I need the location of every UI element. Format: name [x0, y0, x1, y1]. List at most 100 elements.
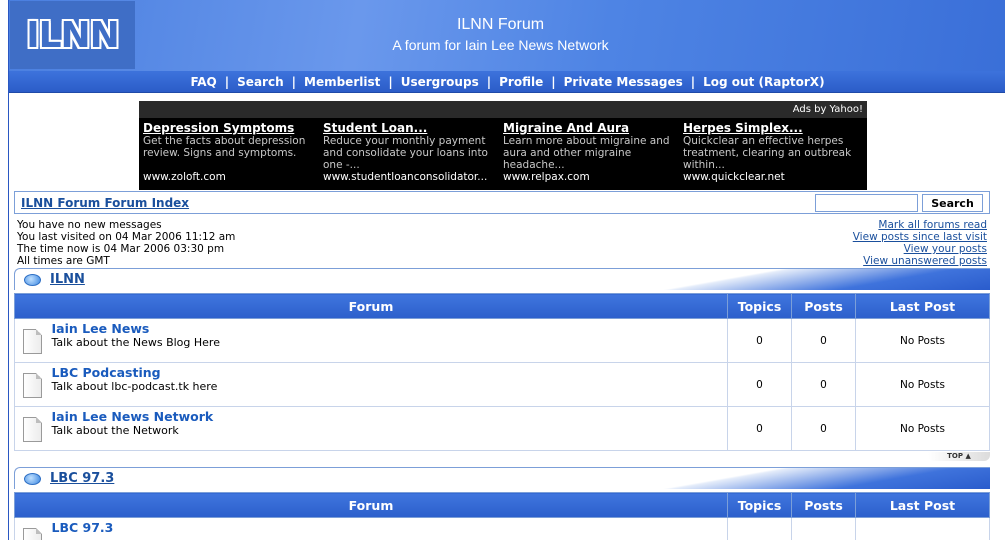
nav-profile[interactable]: Profile [499, 75, 543, 89]
nav-separator: | [291, 74, 296, 89]
forum-index-link[interactable]: ILNN Forum Forum Index [21, 196, 189, 210]
ad-title[interactable]: Depression Symptoms [143, 121, 319, 135]
site-logo[interactable]: ILNN [10, 1, 135, 69]
col-posts: Posts [791, 492, 856, 518]
quick-links: Mark all forums read View posts since la… [853, 219, 987, 267]
site-header: ILNN ILNN Forum A forum for Iain Lee New… [9, 0, 1005, 71]
forum-description: Talk about the Network [51, 424, 179, 437]
ad-item: Migraine And Aura Learn more about migra… [503, 121, 683, 183]
nav-separator: | [224, 74, 230, 89]
session-info: You have no new messages You last visite… [17, 219, 235, 267]
forum-row: LBC 97.3 [14, 517, 990, 540]
forum-table: Forum Topics Posts Last Post Iain Lee Ne… [14, 293, 990, 451]
category-header: ILNN [14, 268, 990, 290]
forum-description: Talk about lbc-podcast.tk here [51, 380, 218, 393]
nav-private-messages[interactable]: Private Messages [564, 75, 683, 89]
nav-usergroups[interactable]: Usergroups [401, 75, 479, 89]
last-post: No Posts [855, 362, 990, 407]
ad-block: Ads by Yahoo! Depression Symptoms Get th… [139, 101, 867, 190]
mark-all-read-link[interactable]: Mark all forums read [853, 219, 987, 231]
index-bar: ILNN Forum Forum Index Search [14, 191, 990, 214]
last-post [855, 517, 990, 540]
ad-url[interactable]: www.relpax.com [503, 171, 679, 183]
ad-item: Depression Symptoms Get the facts about … [143, 121, 323, 183]
col-forum: Forum [14, 492, 728, 518]
site-subtitle: A forum for Iain Lee News Network [392, 37, 609, 53]
ad-description: Reduce your monthly payment and consolid… [323, 135, 488, 171]
logo-text: ILNN [26, 14, 120, 56]
new-messages-text: You have no new messages [17, 219, 162, 231]
topic-count: 0 [727, 318, 792, 363]
post-count: 0 [791, 406, 856, 451]
your-posts-link[interactable]: View your posts [853, 243, 987, 255]
col-posts: Posts [791, 293, 856, 319]
forum-link[interactable]: LBC 97.3 [52, 521, 728, 534]
last-post: No Posts [855, 318, 990, 363]
nav-memberlist[interactable]: Memberlist [304, 75, 380, 89]
col-last-post: Last Post [855, 293, 990, 319]
page-edge [997, 94, 1005, 540]
topic-count [727, 517, 792, 540]
topic-count: 0 [727, 362, 792, 407]
forum-row: LBC Podcasting Talk about lbc-podcast.tk… [14, 362, 990, 407]
speech-bubble-icon [24, 274, 41, 286]
forum-row: Iain Lee News Network Talk about the Net… [14, 406, 990, 451]
unanswered-posts-link[interactable]: View unanswered posts [853, 255, 987, 267]
ad-item: Student Loan... Reduce your monthly paym… [323, 121, 503, 183]
forum-status-icon [23, 417, 42, 442]
forum-status-icon [23, 373, 42, 398]
ad-title[interactable]: Student Loan... [323, 121, 499, 135]
nav-separator: | [690, 74, 696, 89]
ad-item: Herpes Simplex... Quickclear an effectiv… [683, 121, 863, 183]
ad-title[interactable]: Migraine And Aura [503, 121, 679, 135]
nav-logout[interactable]: Log out (RaptorX) [703, 75, 824, 89]
table-header-row: Forum Topics Posts Last Post [14, 293, 990, 319]
nav-separator: | [486, 74, 492, 89]
ad-url[interactable]: www.zoloft.com [143, 171, 319, 183]
ad-title[interactable]: Herpes Simplex... [683, 121, 859, 135]
post-count: 0 [791, 318, 856, 363]
topic-count: 0 [727, 406, 792, 451]
last-post: No Posts [855, 406, 990, 451]
back-to-top-link[interactable]: TOP ▲ [928, 452, 990, 461]
last-visit-text: You last visited on 04 Mar 2006 11:12 am [17, 231, 236, 243]
speech-bubble-icon [24, 473, 41, 485]
posts-since-last-visit-link[interactable]: View posts since last visit [853, 231, 987, 243]
forum-status-icon [23, 329, 42, 354]
nav-separator: | [551, 74, 556, 89]
ad-description: Quickclear an effective herpes treatment… [683, 135, 852, 171]
site-title: ILNN Forum [456, 16, 545, 33]
search-button[interactable]: Search [922, 194, 983, 212]
forum-description: Talk about the News Blog Here [51, 336, 220, 349]
post-count: 0 [791, 362, 856, 407]
forum-link[interactable]: Iain Lee News [52, 322, 728, 335]
col-forum: Forum [14, 293, 728, 319]
forum-table: Forum Topics Posts Last Post LBC 97.3 [14, 492, 990, 540]
back-to-top-label: TOP [947, 452, 964, 460]
ad-url[interactable]: www.studentloanconsolidator... [323, 171, 499, 183]
category-link[interactable]: LBC 97.3 [50, 471, 114, 486]
current-time-text: The time now is 04 Mar 2006 03:30 pm [17, 243, 225, 255]
table-header-row: Forum Topics Posts Last Post [14, 492, 990, 518]
ad-label[interactable]: Ads by Yahoo! [139, 101, 867, 118]
post-count [791, 517, 856, 540]
ad-url[interactable]: www.quickclear.net [683, 171, 859, 183]
forum-link[interactable]: LBC Podcasting [52, 366, 728, 379]
ad-description: Get the facts about depression review. S… [143, 135, 306, 159]
category-link[interactable]: ILNN [50, 272, 85, 287]
col-topics: Topics [727, 492, 792, 518]
search-input[interactable] [815, 194, 918, 212]
col-topics: Topics [727, 293, 792, 319]
page-frame: ILNN ILNN Forum A forum for Iain Lee New… [8, 0, 1005, 540]
ad-description: Learn more about migraine and aura and o… [503, 135, 670, 171]
nav-separator: | [388, 74, 393, 89]
nav-faq[interactable]: FAQ [190, 75, 216, 89]
col-last-post: Last Post [855, 492, 990, 518]
forum-status-icon [23, 528, 42, 540]
main-nav: FAQ | Search | Memberlist | Usergroups |… [9, 71, 1005, 93]
nav-search[interactable]: Search [237, 75, 283, 89]
forum-row: Iain Lee News Talk about the News Blog H… [14, 318, 990, 363]
forum-link[interactable]: Iain Lee News Network [52, 410, 728, 423]
category-header: LBC 97.3 [14, 467, 990, 489]
timezone-text: All times are GMT [17, 255, 110, 267]
